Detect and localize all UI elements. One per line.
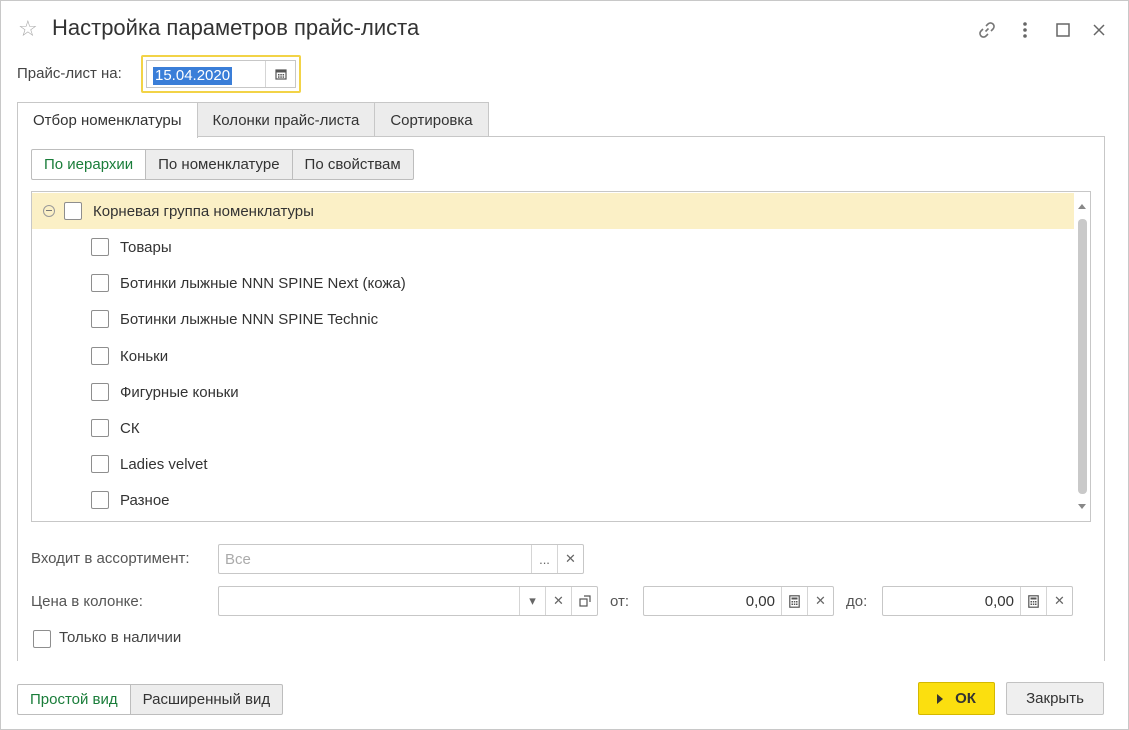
only-in-stock-label: Только в наличии bbox=[59, 629, 182, 646]
ok-button-label: ОК bbox=[955, 690, 976, 707]
from-label: от: bbox=[610, 593, 630, 610]
price-to-value: 0,00 bbox=[984, 593, 1014, 610]
item-label: Ботинки лыжные NNN SPINE Next (кожа) bbox=[120, 274, 406, 292]
list-item[interactable]: Коньки bbox=[32, 338, 1074, 374]
simple-view-button[interactable]: Простой вид bbox=[17, 684, 131, 715]
close-icon[interactable] bbox=[1088, 19, 1110, 41]
price-to-field[interactable]: 0,00 ✕ bbox=[882, 586, 1073, 616]
item-checkbox[interactable] bbox=[91, 238, 109, 256]
filter-mode-switch: По иерархии По номенклатуре По свойствам bbox=[31, 149, 414, 180]
root-checkbox[interactable] bbox=[64, 202, 82, 220]
item-label: Разное bbox=[120, 491, 170, 509]
price-date-field[interactable]: 15.04.2020 bbox=[141, 55, 301, 93]
calculator-icon[interactable] bbox=[781, 587, 807, 615]
assortment-label: Входит в ассортимент: bbox=[31, 550, 190, 567]
mode-by-hierarchy[interactable]: По иерархии bbox=[31, 149, 147, 180]
nomenclature-tree: Корневая группа номенклатуры Товары Боти… bbox=[31, 191, 1091, 522]
close-button[interactable]: Закрыть bbox=[1006, 682, 1104, 715]
more-menu-icon[interactable] bbox=[1014, 19, 1036, 41]
list-item[interactable]: СК bbox=[32, 410, 1074, 446]
vertical-scrollbar[interactable] bbox=[1074, 192, 1090, 521]
maximize-icon[interactable] bbox=[1052, 19, 1074, 41]
list-item[interactable]: Разное bbox=[32, 482, 1074, 518]
list-item[interactable]: Товары bbox=[32, 229, 1074, 265]
item-checkbox[interactable] bbox=[91, 491, 109, 509]
item-label: Ladies velvet bbox=[120, 455, 208, 473]
list-item[interactable]: Фигурные коньки bbox=[32, 374, 1074, 410]
ok-button[interactable]: ОК bbox=[918, 682, 995, 715]
calculator-icon[interactable] bbox=[1020, 587, 1046, 615]
item-checkbox[interactable] bbox=[91, 310, 109, 328]
item-label: Товары bbox=[120, 238, 172, 256]
only-in-stock-checkbox[interactable] bbox=[33, 630, 51, 648]
tab-price-columns[interactable]: Колонки прайс-листа bbox=[196, 102, 376, 137]
scroll-thumb[interactable] bbox=[1078, 219, 1087, 494]
to-label: до: bbox=[846, 593, 868, 610]
tab-nomenclature-filter[interactable]: Отбор номенклатуры bbox=[17, 102, 198, 138]
open-window-icon[interactable] bbox=[571, 587, 597, 615]
scroll-up-arrow-icon[interactable] bbox=[1078, 204, 1086, 209]
extended-view-button[interactable]: Расширенный вид bbox=[129, 684, 284, 715]
clear-x-icon[interactable]: ✕ bbox=[807, 587, 833, 615]
item-label: Фигурные коньки bbox=[120, 383, 239, 401]
scroll-down-arrow-icon[interactable] bbox=[1078, 504, 1086, 509]
list-item[interactable]: Ботинки лыжные NNN SPINE Technic bbox=[32, 301, 1074, 337]
price-column-field[interactable]: ▾ ✕ bbox=[218, 586, 598, 616]
tree-root-label: Корневая группа номенклатуры bbox=[93, 202, 314, 220]
tree-root-row[interactable]: Корневая группа номенклатуры bbox=[32, 193, 1074, 229]
favorite-star-icon[interactable]: ☆ bbox=[18, 18, 40, 40]
item-checkbox[interactable] bbox=[91, 274, 109, 292]
link-icon[interactable] bbox=[976, 19, 998, 41]
window-title: Настройка параметров прайс-листа bbox=[52, 15, 420, 40]
mode-by-nomenclature[interactable]: По номенклатуре bbox=[145, 149, 293, 180]
price-date-value[interactable]: 15.04.2020 bbox=[153, 67, 233, 85]
calendar-icon[interactable] bbox=[266, 61, 295, 87]
list-item[interactable]: Ladies velvet bbox=[32, 446, 1074, 482]
item-checkbox[interactable] bbox=[91, 383, 109, 401]
select-ellipsis-button[interactable]: ... bbox=[531, 545, 557, 573]
play-arrow-icon bbox=[937, 693, 944, 704]
clear-x-icon[interactable]: ✕ bbox=[557, 545, 583, 573]
dialog-window: ☆ Настройка параметров прайс-листа Прайс… bbox=[0, 0, 1129, 730]
price-from-value: 0,00 bbox=[745, 593, 775, 610]
list-item[interactable]: Ботинки лыжные NNN SPINE Next (кожа) bbox=[32, 265, 1074, 301]
item-checkbox[interactable] bbox=[91, 455, 109, 473]
assortment-field[interactable]: Все ... ✕ bbox=[218, 544, 584, 574]
price-date-label: Прайс-лист на: bbox=[17, 65, 122, 82]
price-from-field[interactable]: 0,00 ✕ bbox=[643, 586, 834, 616]
collapse-icon[interactable] bbox=[43, 205, 55, 217]
item-label: Ботинки лыжные NNN SPINE Technic bbox=[120, 310, 379, 328]
tab-sorting[interactable]: Сортировка bbox=[374, 102, 489, 137]
item-label: СК bbox=[120, 419, 140, 437]
price-column-label: Цена в колонке: bbox=[31, 593, 143, 610]
item-checkbox[interactable] bbox=[91, 419, 109, 437]
dropdown-arrow-icon[interactable]: ▾ bbox=[519, 587, 545, 615]
item-checkbox[interactable] bbox=[91, 347, 109, 365]
main-tabs: Отбор номенклатуры Колонки прайс-листа С… bbox=[17, 102, 489, 138]
clear-x-icon[interactable]: ✕ bbox=[545, 587, 571, 615]
view-mode-switch: Простой вид Расширенный вид bbox=[17, 684, 284, 715]
mode-by-properties[interactable]: По свойствам bbox=[291, 149, 414, 180]
item-label: Коньки bbox=[120, 347, 169, 365]
assortment-placeholder: Все bbox=[225, 551, 251, 568]
clear-x-icon[interactable]: ✕ bbox=[1046, 587, 1072, 615]
